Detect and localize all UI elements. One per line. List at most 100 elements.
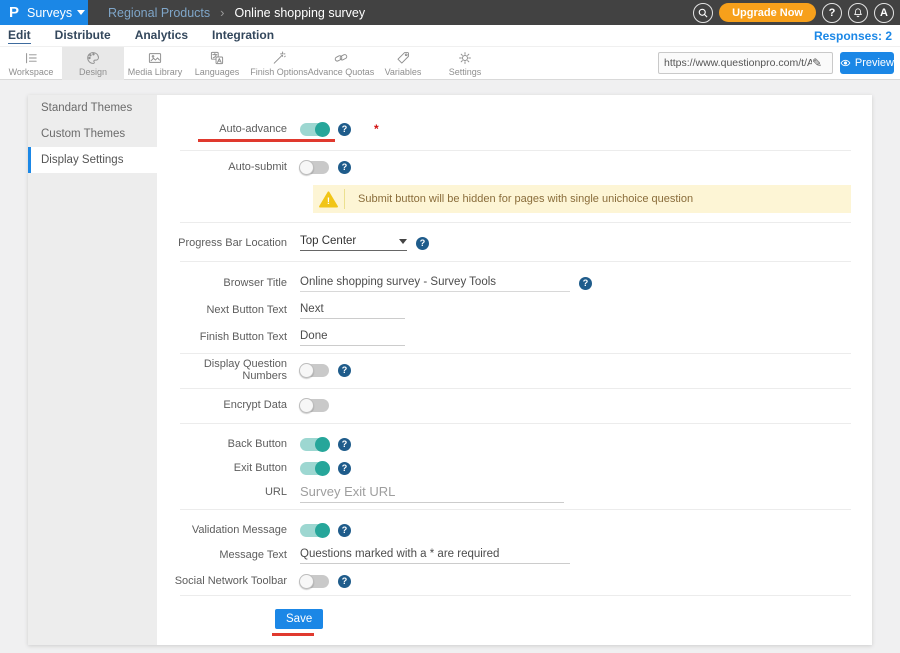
toolbar-item-label: Languages — [195, 67, 240, 77]
progress-bar-location-select[interactable]: Top Center — [300, 235, 407, 251]
exit-url-row: URL — [157, 479, 872, 505]
search-icon — [697, 7, 709, 19]
toolbar-item-languages[interactable]: Languages — [186, 47, 248, 80]
message-text-label: Message Text — [157, 549, 300, 561]
sidebar-item-custom-themes[interactable]: Custom Themes — [28, 121, 157, 147]
toolbar-item-advance-quotas[interactable]: Advance Quotas — [310, 47, 372, 80]
row-divider — [180, 423, 851, 424]
nav-item-analytics[interactable]: Analytics — [135, 28, 188, 43]
back-button-toggle[interactable] — [300, 438, 329, 451]
display-question-numbers-help-icon[interactable]: ? — [338, 364, 351, 377]
next-button-text-input[interactable] — [300, 301, 405, 319]
exit-url-label: URL — [157, 486, 300, 498]
themes-sidebar: Standard Themes Custom Themes Display Se… — [28, 95, 157, 645]
preview-label: Preview — [855, 57, 894, 69]
validation-message-toggle[interactable] — [300, 524, 329, 537]
exit-button-row: Exit Button ? — [157, 455, 872, 481]
upgrade-now-button[interactable]: Upgrade Now — [719, 3, 816, 22]
display-settings-panel: Standard Themes Custom Themes Display Se… — [28, 95, 872, 645]
magic-wand-icon — [271, 50, 287, 66]
translate-icon — [209, 50, 225, 66]
nav-item-distribute[interactable]: Distribute — [55, 28, 111, 43]
tag-icon — [395, 50, 411, 66]
sidebar-item-standard-themes[interactable]: Standard Themes — [28, 95, 157, 121]
browser-title-input[interactable] — [300, 274, 570, 292]
toolbar-item-variables[interactable]: Variables — [372, 47, 434, 80]
toolbar-item-label: Design — [79, 67, 107, 77]
finish-button-text-row: Finish Button Text — [157, 324, 872, 350]
questionpro-logo[interactable]: P — [9, 0, 19, 25]
exit-url-input[interactable] — [300, 482, 564, 503]
edit-pencil-icon[interactable]: ✎ — [812, 56, 822, 70]
finish-button-text-input[interactable] — [300, 328, 405, 346]
row-divider — [180, 222, 851, 223]
browser-title-help-icon[interactable]: ? — [579, 277, 592, 290]
avatar[interactable]: A — [874, 3, 894, 23]
row-divider — [180, 150, 851, 151]
display-question-numbers-toggle[interactable] — [300, 364, 329, 377]
bell-icon — [852, 7, 864, 19]
validation-message-label: Validation Message — [157, 524, 300, 536]
breadcrumb-parent[interactable]: Regional Products — [108, 6, 210, 20]
progress-bar-help-icon[interactable]: ? — [416, 237, 429, 250]
toolbar-item-settings[interactable]: Settings — [434, 47, 496, 80]
responses-count[interactable]: Responses: 2 — [814, 29, 892, 43]
breadcrumb-current: Online shopping survey — [235, 6, 366, 20]
auto-advance-label: Auto-advance — [157, 123, 300, 135]
social-network-toolbar-help-icon[interactable]: ? — [338, 575, 351, 588]
notifications-button[interactable] — [848, 3, 868, 23]
settings-form: Auto-advance ? * Auto-submit ? ! Submit … — [157, 95, 872, 645]
message-text-input[interactable] — [300, 546, 570, 564]
search-button[interactable] — [693, 3, 713, 23]
auto-submit-row: Auto-submit ? — [157, 154, 872, 180]
back-button-row: Back Button ? — [157, 431, 872, 457]
exit-button-toggle[interactable] — [300, 462, 329, 475]
toolbar-item-label: Advance Quotas — [308, 67, 375, 77]
auto-advance-help-icon[interactable]: ? — [338, 123, 351, 136]
exit-button-help-icon[interactable]: ? — [338, 462, 351, 475]
row-divider — [180, 353, 851, 354]
survey-url-input[interactable] — [664, 57, 812, 69]
toolbar-item-label: Variables — [385, 67, 422, 77]
next-button-text-label: Next Button Text — [157, 304, 300, 316]
toolbar-item-finish-options[interactable]: Finish Options — [248, 47, 310, 80]
nav-item-integration[interactable]: Integration — [212, 28, 274, 43]
auto-submit-toggle[interactable] — [300, 161, 329, 174]
auto-submit-help-icon[interactable]: ? — [338, 161, 351, 174]
encrypt-data-label: Encrypt Data — [157, 399, 300, 411]
surveys-menu[interactable]: Surveys — [27, 6, 85, 20]
social-network-toolbar-toggle[interactable] — [300, 575, 329, 588]
back-button-label: Back Button — [157, 438, 300, 450]
nav-item-edit[interactable]: Edit — [8, 28, 31, 44]
toolbar-item-media-library[interactable]: Media Library — [124, 47, 186, 80]
validation-message-help-icon[interactable]: ? — [338, 524, 351, 537]
top-bar: P Surveys Regional Products › Online sho… — [0, 0, 900, 25]
auto-advance-toggle[interactable] — [300, 123, 329, 136]
required-asterisk-mark: * — [374, 122, 379, 136]
row-divider — [180, 509, 851, 510]
message-text-row: Message Text — [157, 542, 872, 568]
breadcrumb: Regional Products › Online shopping surv… — [108, 5, 365, 20]
design-toolbar: Workspace Design Media Library Languages… — [0, 47, 900, 80]
finish-button-text-label: Finish Button Text — [157, 331, 300, 343]
toolbar-item-workspace[interactable]: Workspace — [0, 47, 62, 80]
preview-button[interactable]: Preview — [840, 52, 894, 74]
product-logo-area[interactable]: P Surveys — [0, 0, 88, 25]
sidebar-item-display-settings[interactable]: Display Settings — [28, 147, 157, 173]
toolbar-item-design[interactable]: Design — [62, 47, 124, 80]
help-button[interactable]: ? — [822, 3, 842, 23]
toolbar-item-label: Settings — [449, 67, 482, 77]
progress-bar-location-row: Progress Bar Location Top Center ? — [157, 230, 872, 256]
back-button-help-icon[interactable]: ? — [338, 438, 351, 451]
save-button[interactable]: Save — [275, 609, 323, 629]
toolbar-item-label: Media Library — [128, 67, 183, 77]
toolbar-item-label: Workspace — [9, 67, 54, 77]
row-divider — [180, 388, 851, 389]
progress-bar-location-value: Top Center — [300, 235, 356, 247]
warning-triangle-icon: ! — [319, 191, 338, 208]
toolbar-item-label: Finish Options — [250, 67, 308, 77]
gear-icon — [457, 50, 473, 66]
primary-nav: Edit Distribute Analytics Integration Re… — [0, 25, 900, 47]
encrypt-data-toggle[interactable] — [300, 399, 329, 412]
survey-url-box[interactable]: ✎ — [658, 52, 833, 74]
